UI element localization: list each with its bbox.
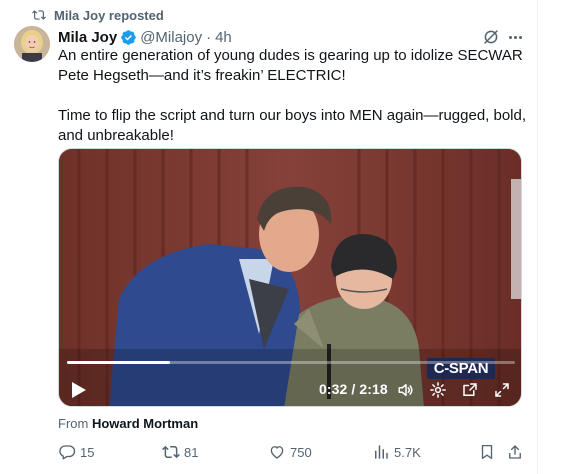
video-source: From Howard Mortman — [58, 416, 198, 431]
retweet-icon — [162, 445, 180, 459]
like-count: 750 — [290, 444, 312, 460]
source-name[interactable]: Howard Mortman — [92, 416, 198, 431]
reply-icon — [59, 445, 76, 460]
post-time[interactable]: 4h — [215, 29, 232, 46]
repost-button[interactable]: 81 — [162, 442, 198, 462]
right-gutter — [538, 0, 563, 474]
repost-text: Mila Joy reposted — [54, 7, 164, 23]
bookmark-icon — [481, 444, 493, 460]
tweet-text: An entire generation of young dudes is g… — [58, 46, 528, 146]
author-handle[interactable]: @Milajoy — [140, 29, 202, 46]
views-chart-icon — [375, 445, 388, 459]
more-options-icon[interactable] — [505, 27, 525, 47]
tweet-paragraph-2: Time to flip the script and turn our boy… — [58, 107, 527, 144]
grok-icon[interactable] — [482, 28, 500, 46]
avatar[interactable] — [14, 26, 50, 62]
tweet-column: Mila Joy reposted Mila Joy @Milajoy · 4h… — [0, 0, 537, 474]
reply-count: 15 — [80, 444, 95, 460]
bookmark-button[interactable] — [478, 442, 496, 462]
author-name[interactable]: Mila Joy — [58, 29, 117, 46]
verified-badge-icon — [121, 29, 136, 45]
settings-gear-icon[interactable] — [429, 381, 447, 399]
picture-in-picture-icon[interactable] — [461, 381, 479, 399]
tweet-header: Mila Joy @Milajoy · 4h — [58, 27, 232, 47]
heart-icon — [270, 446, 284, 459]
like-button[interactable]: 750 — [268, 442, 312, 462]
source-prefix: From — [58, 416, 89, 431]
video-progress-fill — [67, 361, 171, 364]
repost-count: 81 — [184, 444, 199, 460]
fullscreen-icon[interactable] — [493, 381, 511, 399]
video-time: 0:32 / 2:18 — [319, 381, 388, 397]
tweet-actions: 15 81 750 5.7K — [58, 442, 528, 462]
video-progress-bar[interactable] — [67, 361, 515, 364]
repost-icon — [32, 10, 46, 20]
repost-indicator[interactable]: Mila Joy reposted — [32, 6, 164, 24]
video-player[interactable]: C-SPAN 0:32 / 2:18 — [58, 148, 522, 407]
reply-button[interactable]: 15 — [58, 442, 94, 462]
share-icon — [509, 445, 521, 459]
separator-dot: · — [206, 28, 212, 46]
volume-icon[interactable] — [397, 381, 415, 399]
tweet-paragraph-1: An entire generation of young dudes is g… — [58, 47, 523, 84]
views-button[interactable]: 5.7K — [372, 442, 421, 462]
play-icon[interactable] — [71, 381, 87, 399]
views-count: 5.7K — [394, 444, 421, 460]
share-button[interactable] — [506, 442, 524, 462]
